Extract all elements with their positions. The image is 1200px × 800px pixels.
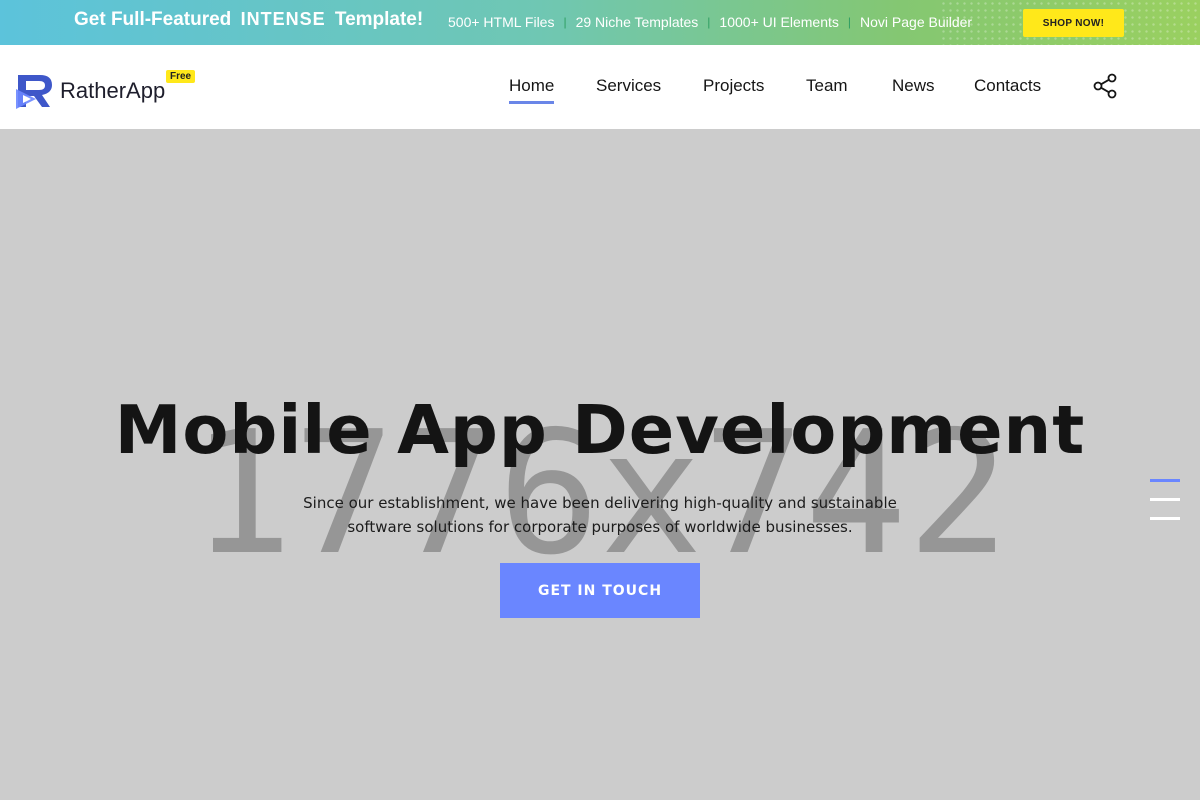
nav-item-contacts[interactable]: Contacts [974,76,1041,96]
slide-indicator[interactable] [1150,498,1180,501]
shop-now-button[interactable]: SHOP NOW! [1023,9,1124,37]
promo-feature: 29 Niche Templates [575,14,699,30]
nav-item-news[interactable]: News [892,76,935,96]
promo-feature: 1000+ UI Elements [719,14,839,30]
promo-feature: 500+ HTML Files [448,14,555,30]
promo-separator: | [707,15,711,29]
nav-item-home[interactable]: Home [509,76,555,104]
promo-banner: Get Full-Featured INTENSE Template! 500+… [0,0,1200,45]
promo-headline-suffix: Template! [334,9,424,30]
promo-feature: Novi Page Builder [860,14,973,30]
share-icon[interactable] [1092,73,1118,99]
hero-title: Mobile App Development [114,391,1086,469]
hero-description-line: software solutions for corporate purpose… [347,518,853,536]
get-in-touch-button[interactable]: GET IN TOUCH [500,563,700,618]
nav-item-projects[interactable]: Projects [703,76,764,96]
promo-separator: | [847,15,852,29]
promo-separator: | [563,15,567,29]
main-nav: Home Services Projects Team News Contact… [0,45,1200,129]
hero-section: 1776x742 Mobile App Development Since ou… [0,129,1200,800]
slide-indicator[interactable] [1150,517,1180,520]
promo-headline-prefix: Get Full-Featured [74,9,232,30]
site-header: RatherApp Free Home Services Projects Te… [0,45,1200,129]
nav-item-team[interactable]: Team [806,76,848,96]
slide-indicator-active[interactable] [1150,479,1180,482]
promo-features: 500+ HTML Files | 29 Niche Templates | 1… [448,14,972,30]
hero-description: Since our establishment, we have been de… [250,491,950,539]
nav-item-services[interactable]: Services [596,76,661,96]
hero-description-line: Since our establishment, we have been de… [303,494,897,512]
promo-headline-brand: INTENSE [240,9,326,29]
promo-headline: Get Full-Featured INTENSE Template! [74,9,423,31]
slider-pagination [1150,479,1182,523]
